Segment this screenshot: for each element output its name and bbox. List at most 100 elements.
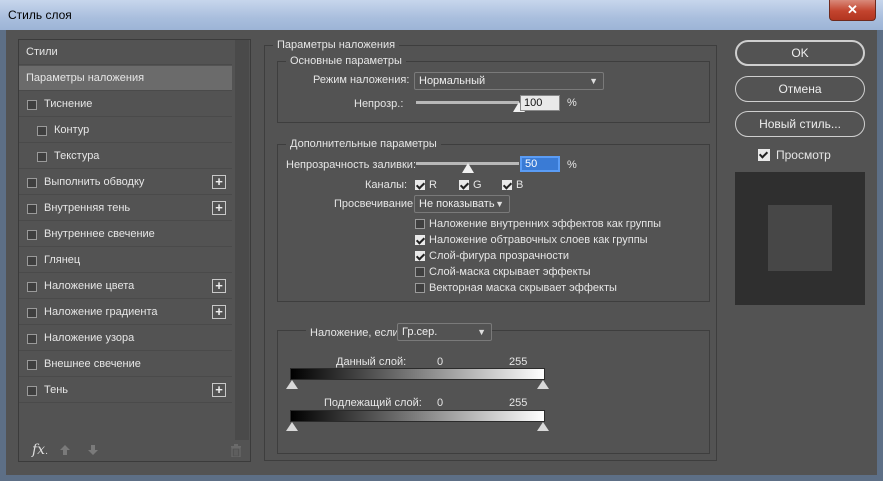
style-list-item[interactable]: Наложение цвета + bbox=[19, 274, 232, 299]
advanced-option-checkbox[interactable] bbox=[415, 283, 425, 293]
underlying-layer-white-slider[interactable] bbox=[537, 422, 549, 431]
add-effect-button[interactable]: + bbox=[212, 305, 226, 319]
knockout-value: Не показывать bbox=[419, 198, 495, 210]
advanced-option-label: Наложение обтравочных слоев как группы bbox=[429, 234, 648, 246]
style-list-item[interactable]: Наложение градиента + bbox=[19, 300, 232, 325]
opacity-slider[interactable] bbox=[416, 101, 519, 104]
blend-mode-value: Нормальный bbox=[419, 75, 486, 87]
style-checkbox[interactable] bbox=[37, 152, 47, 162]
style-list-item-label: Тиснение bbox=[44, 98, 93, 110]
move-up-icon[interactable] bbox=[59, 444, 71, 456]
style-list-item-label: Текстура bbox=[54, 150, 100, 162]
this-layer-gradient bbox=[290, 368, 545, 380]
style-list-item[interactable]: Внутреннее свечение bbox=[19, 222, 232, 247]
style-list-item[interactable]: Стили bbox=[19, 40, 232, 65]
style-checkbox[interactable] bbox=[27, 230, 37, 240]
style-list-item[interactable]: Текстура bbox=[19, 144, 232, 169]
dialog-body: Стили Параметры наложения Тиснение Контур Те… bbox=[6, 30, 877, 475]
style-list-item[interactable]: Тень + bbox=[19, 378, 232, 403]
style-checkbox[interactable] bbox=[37, 126, 47, 136]
preview-checkbox[interactable] bbox=[758, 149, 770, 161]
window-title: Стиль слоя bbox=[8, 8, 72, 22]
this-layer-min: 0 bbox=[437, 356, 444, 368]
style-list-item-label: Тень bbox=[44, 384, 69, 396]
this-layer-black-slider[interactable] bbox=[286, 380, 298, 389]
style-list-scrollbar[interactable] bbox=[235, 40, 249, 440]
style-checkbox[interactable] bbox=[27, 308, 37, 318]
style-list-item-label: Стили bbox=[26, 46, 58, 58]
blend-mode-select[interactable]: Нормальный ▼ bbox=[414, 72, 604, 90]
style-list-item[interactable]: Параметры наложения bbox=[19, 66, 232, 91]
add-effect-button[interactable]: + bbox=[212, 383, 226, 397]
style-checkbox[interactable] bbox=[27, 386, 37, 396]
blend-if-label: Наложение, если: bbox=[306, 327, 406, 339]
advanced-option-checkbox[interactable] bbox=[415, 267, 425, 277]
channels-label: Каналы: bbox=[365, 179, 408, 191]
chevron-down-icon: ▼ bbox=[589, 76, 598, 86]
style-checkbox[interactable] bbox=[27, 100, 37, 110]
channel-label: G bbox=[473, 179, 482, 191]
style-list-item-label: Внутреннее свечение bbox=[44, 228, 155, 240]
blend-if-select[interactable]: Гр.сер. ▼ bbox=[397, 323, 492, 341]
general-blending-title: Основные параметры bbox=[286, 55, 406, 67]
underlying-layer-black-slider[interactable] bbox=[286, 422, 298, 431]
style-list-item[interactable]: Наложение узора bbox=[19, 326, 232, 351]
style-list-footer: fx. bbox=[19, 440, 250, 461]
style-list-item-label: Внутренняя тень bbox=[44, 202, 131, 214]
style-checkbox[interactable] bbox=[27, 282, 37, 292]
style-list-item[interactable]: Выполнить обводку + bbox=[19, 170, 232, 195]
fx-icon[interactable]: fx. bbox=[32, 442, 48, 458]
underlying-layer-max: 255 bbox=[509, 397, 528, 409]
style-checkbox[interactable] bbox=[27, 178, 37, 188]
opacity-label: Непрозр.: bbox=[354, 98, 404, 110]
window-frame-right bbox=[877, 30, 883, 481]
advanced-option-checkbox[interactable] bbox=[415, 251, 425, 261]
style-checkbox[interactable] bbox=[27, 334, 37, 344]
title-bar: Стиль слоя ✕ bbox=[0, 0, 883, 31]
style-list-item[interactable]: Тиснение bbox=[19, 92, 232, 117]
close-icon: ✕ bbox=[847, 2, 858, 17]
advanced-option-label: Слой-маска скрывает эффекты bbox=[429, 266, 591, 278]
style-checkbox[interactable] bbox=[27, 256, 37, 266]
add-effect-button[interactable]: + bbox=[212, 201, 226, 215]
add-effect-button[interactable]: + bbox=[212, 175, 226, 189]
this-layer-label: Данный слой: bbox=[336, 356, 407, 368]
fill-opacity-label: Непрозрачность заливки: bbox=[286, 159, 416, 171]
knockout-select[interactable]: Не показывать ▼ bbox=[414, 195, 510, 213]
advanced-option-checkbox[interactable] bbox=[415, 235, 425, 245]
style-checkbox[interactable] bbox=[27, 360, 37, 370]
style-checkbox[interactable] bbox=[27, 204, 37, 214]
close-button[interactable]: ✕ bbox=[829, 0, 876, 21]
move-down-icon[interactable] bbox=[87, 444, 99, 456]
add-effect-button[interactable]: + bbox=[212, 279, 226, 293]
underlying-layer-gradient bbox=[290, 410, 545, 422]
trash-icon[interactable] bbox=[230, 444, 242, 457]
style-list-item-label: Глянец bbox=[44, 254, 81, 266]
fill-opacity-input[interactable]: 50 bbox=[520, 156, 560, 172]
style-list-item[interactable]: Контур bbox=[19, 118, 232, 143]
style-list-item[interactable]: Внешнее свечение bbox=[19, 352, 232, 377]
advanced-option-label: Наложение внутренних эффектов как группы bbox=[429, 218, 662, 230]
channel-b-checkbox[interactable] bbox=[502, 180, 512, 190]
ok-button[interactable]: OK bbox=[735, 40, 865, 66]
blending-options-title: Параметры наложения bbox=[273, 39, 400, 51]
style-list-item[interactable]: Глянец bbox=[19, 248, 232, 273]
channel-r-checkbox[interactable] bbox=[415, 180, 425, 190]
opacity-input[interactable]: 100 bbox=[520, 95, 560, 111]
opacity-unit: % bbox=[567, 97, 577, 109]
fill-opacity-slider-thumb[interactable] bbox=[461, 163, 474, 173]
new-style-button[interactable]: Новый стиль... bbox=[735, 111, 865, 137]
channel-label: R bbox=[429, 179, 437, 191]
advanced-option-checkbox[interactable] bbox=[415, 219, 425, 229]
this-layer-white-slider[interactable] bbox=[537, 380, 549, 389]
style-list-item-label: Наложение цвета bbox=[44, 280, 135, 292]
blend-mode-label: Режим наложения: bbox=[313, 74, 410, 86]
channel-g-checkbox[interactable] bbox=[459, 180, 469, 190]
cancel-button[interactable]: Отмена bbox=[735, 76, 865, 102]
advanced-blending-group: Дополнительные параметры Непрозрачность … bbox=[277, 138, 710, 302]
this-layer-max: 255 bbox=[509, 356, 528, 368]
style-preview-swatch bbox=[768, 205, 832, 271]
preview-label: Просмотр bbox=[776, 148, 831, 162]
style-list-item-label: Параметры наложения bbox=[26, 72, 145, 84]
style-list-item[interactable]: Внутренняя тень + bbox=[19, 196, 232, 221]
